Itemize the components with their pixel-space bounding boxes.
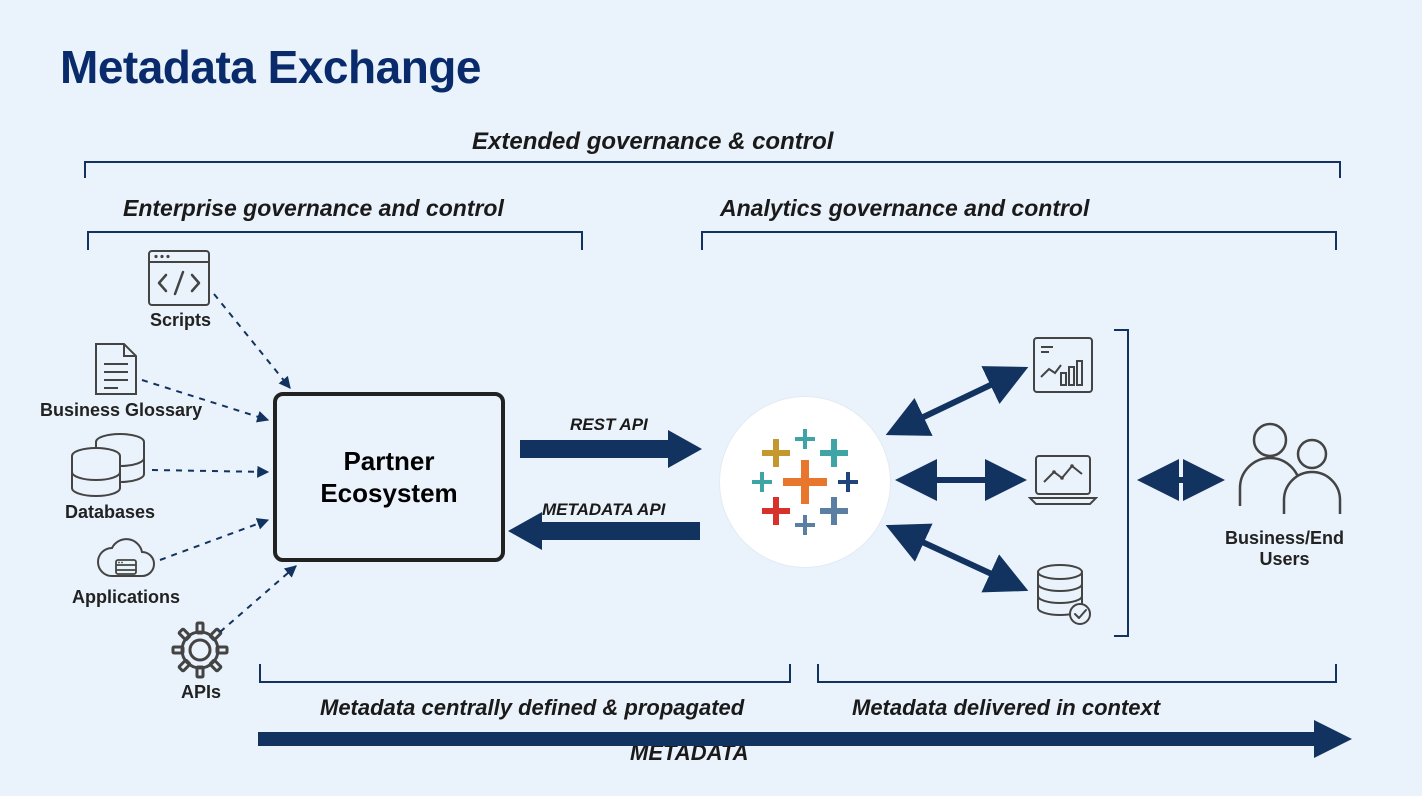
tableau-logo-icon [740, 417, 870, 547]
scripts-icon [145, 248, 213, 308]
label-extended-governance: Extended governance & control [472, 128, 833, 156]
gear-icon [170, 620, 230, 680]
label-metadata-context: Metadata delivered in context [852, 695, 1160, 721]
users-icon [1228, 416, 1348, 526]
business-glossary-label: Business Glossary [40, 400, 202, 421]
cloud-app-icon [94, 534, 156, 586]
dashboard-icon [1032, 336, 1094, 394]
diagram-title: Metadata Exchange [60, 40, 481, 94]
laptop-chart-icon [1028, 452, 1098, 508]
database-check-icon [1036, 564, 1094, 626]
label-metadata-api: METADATA API [542, 500, 665, 520]
label-rest-api: REST API [570, 415, 648, 435]
database-icon [70, 430, 148, 500]
users-label: Business/End Users [1225, 528, 1344, 570]
label-analytics-governance: Analytics governance and control [720, 195, 1089, 222]
label-metadata-centrally: Metadata centrally defined & propagated [320, 695, 744, 721]
tableau-logo-circle [720, 397, 890, 567]
applications-label: Applications [72, 587, 180, 608]
partner-ecosystem-label: Partner Ecosystem [320, 445, 457, 510]
apis-label: APIs [181, 682, 221, 703]
label-enterprise-governance: Enterprise governance and control [123, 195, 504, 222]
label-metadata-flow: METADATA [630, 740, 749, 766]
scripts-label: Scripts [150, 310, 211, 331]
databases-label: Databases [65, 502, 155, 523]
business-glossary-icon [92, 340, 140, 398]
partner-ecosystem-box: Partner Ecosystem [273, 392, 505, 562]
